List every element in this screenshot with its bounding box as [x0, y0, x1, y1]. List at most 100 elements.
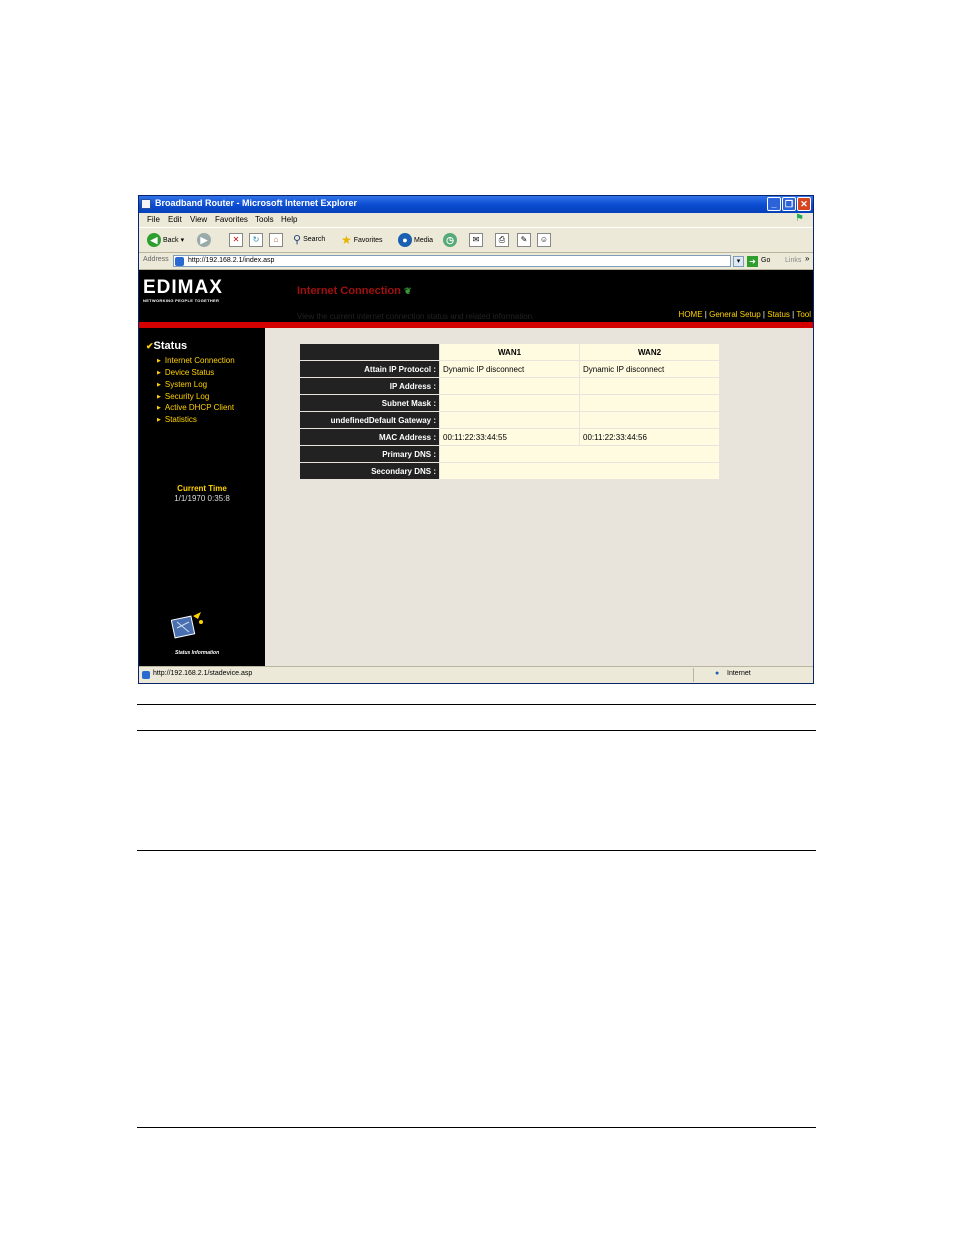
address-label: Address	[143, 256, 169, 263]
current-time-value: 1/1/1970 0:35:8	[174, 494, 230, 503]
row-label: Subnet Mask :	[300, 395, 439, 411]
table-row: undefinedDefault Gateway :	[300, 412, 719, 428]
nav-tool[interactable]: Tool	[796, 310, 811, 319]
windows-logo-icon: ⚑	[795, 213, 804, 224]
menu-edit[interactable]: Edit	[168, 215, 182, 224]
home-button[interactable]: ⌂	[269, 233, 283, 247]
table-row: Primary DNS :	[300, 446, 719, 462]
ie-icon	[141, 199, 151, 209]
sidebar-item-system-log[interactable]: System Log	[157, 380, 207, 389]
document-rule	[137, 1127, 816, 1128]
forward-arrow-icon: ▶	[197, 233, 211, 247]
media-label: Media	[414, 236, 434, 244]
document-rule	[137, 850, 816, 851]
wan1-value: Dynamic IP disconnect	[440, 361, 579, 377]
wan2-value	[580, 395, 719, 411]
document-rule	[137, 730, 816, 731]
back-label: Back	[163, 236, 179, 244]
print-icon: ⎙	[495, 233, 509, 247]
top-navigation: HOME | General Setup | Status | Tool	[679, 310, 811, 319]
menu-favorites[interactable]: Favorites	[215, 215, 248, 224]
menu-help[interactable]: Help	[281, 215, 297, 224]
media-icon: ●	[398, 233, 412, 247]
menu-file[interactable]: File	[147, 215, 160, 224]
leaf-icon: ❦	[403, 286, 412, 296]
nav-home[interactable]: HOME	[679, 310, 703, 319]
history-icon: ◷	[443, 233, 457, 247]
current-time-label: Current Time	[177, 484, 227, 493]
edit-icon: ✎	[517, 233, 531, 247]
address-bar: Address http://192.168.2.1/index.asp ▾ ➜…	[139, 253, 813, 270]
go-arrow-icon[interactable]: ➜	[747, 256, 758, 267]
minimize-button[interactable]: _	[767, 197, 781, 211]
forward-button[interactable]: ▶	[197, 233, 211, 247]
search-button[interactable]: ⚲ Search	[293, 233, 325, 246]
sidebar-title-label: Status	[153, 340, 188, 352]
menu-view[interactable]: View	[190, 215, 207, 224]
title-bar: Broadband Router - Microsoft Internet Ex…	[139, 196, 813, 213]
zone-label: Internet	[727, 670, 751, 677]
wan2-header: WAN2	[580, 344, 719, 360]
wan2-value	[580, 412, 719, 428]
globe-icon: ●	[715, 670, 720, 677]
header-corner	[300, 344, 439, 360]
restore-button[interactable]: ❐	[782, 197, 796, 211]
logo-tagline: NETWORKING PEOPLE TOGETHER	[143, 298, 220, 303]
status-divider	[693, 668, 694, 682]
print-button[interactable]: ⎙	[495, 233, 509, 247]
nav-status[interactable]: Status	[767, 310, 790, 319]
table-row: Secondary DNS :	[300, 463, 719, 479]
mail-icon: ✉	[469, 233, 483, 247]
sidebar-item-device-status[interactable]: Device Status	[157, 368, 214, 377]
address-dropdown-icon[interactable]: ▾	[733, 256, 744, 267]
chevron-right-icon[interactable]: »	[805, 254, 809, 263]
row-label: Secondary DNS :	[300, 463, 439, 479]
wan2-value	[580, 378, 719, 394]
menu-tools[interactable]: Tools	[255, 215, 274, 224]
nav-separator: |	[704, 310, 707, 319]
page-title: Internet Connection ❦	[297, 285, 412, 297]
mail-button[interactable]: ✉	[469, 233, 483, 247]
sidebar: ✔Status Internet Connection Device Statu…	[139, 328, 265, 666]
search-icon: ⚲	[293, 234, 302, 246]
messenger-button[interactable]: ☺	[537, 233, 551, 247]
refresh-button[interactable]: ↻	[249, 233, 263, 247]
page-description: View the current internet connection sta…	[297, 312, 535, 321]
search-label: Search	[303, 236, 326, 243]
row-value	[440, 446, 719, 462]
row-label: IP Address :	[300, 378, 439, 394]
address-input[interactable]: http://192.168.2.1/index.asp	[173, 255, 731, 267]
status-url: http://192.168.2.1/stadevice.asp	[153, 670, 253, 677]
stop-button[interactable]: ✕	[229, 233, 243, 247]
page-icon	[175, 257, 184, 266]
nav-general-setup[interactable]: General Setup	[709, 310, 761, 319]
sidebar-item-security-log[interactable]: Security Log	[157, 392, 209, 401]
sidebar-item-active-dhcp-client[interactable]: Active DHCP Client	[157, 403, 234, 412]
sidebar-item-statistics[interactable]: Statistics	[157, 415, 197, 424]
dropdown-icon: ▾	[180, 237, 185, 244]
go-button[interactable]: Go	[761, 257, 770, 264]
history-button[interactable]: ◷	[443, 233, 457, 247]
page-title-text: Internet Connection	[297, 285, 401, 297]
router-page: EDIMAX NETWORKING PEOPLE TOGETHER HOME |…	[139, 270, 813, 666]
sidebar-item-internet-connection[interactable]: Internet Connection	[157, 356, 235, 365]
edimax-logo: EDIMAX	[143, 277, 223, 298]
links-button[interactable]: Links	[785, 257, 801, 264]
favorites-button[interactable]: ★ Favorites	[341, 233, 383, 247]
page-status-icon	[142, 671, 150, 679]
checkmark-icon: ✔	[146, 341, 154, 351]
wan1-header: WAN1	[440, 344, 579, 360]
back-button[interactable]: ◀ Back ▾	[147, 233, 184, 247]
messenger-icon: ☺	[537, 233, 551, 247]
window-title: Broadband Router - Microsoft Internet Ex…	[155, 198, 358, 208]
table-header-row: WAN1 WAN2	[300, 344, 719, 360]
favorites-label: Favorites	[353, 236, 383, 244]
wan1-value	[440, 395, 579, 411]
status-information-label: Status Information	[175, 650, 220, 656]
wan1-value	[440, 412, 579, 428]
close-button[interactable]: ✕	[797, 197, 811, 211]
media-button[interactable]: ● Media	[398, 233, 433, 247]
edit-button[interactable]: ✎	[517, 233, 531, 247]
row-value	[440, 463, 719, 479]
back-arrow-icon: ◀	[147, 233, 161, 247]
